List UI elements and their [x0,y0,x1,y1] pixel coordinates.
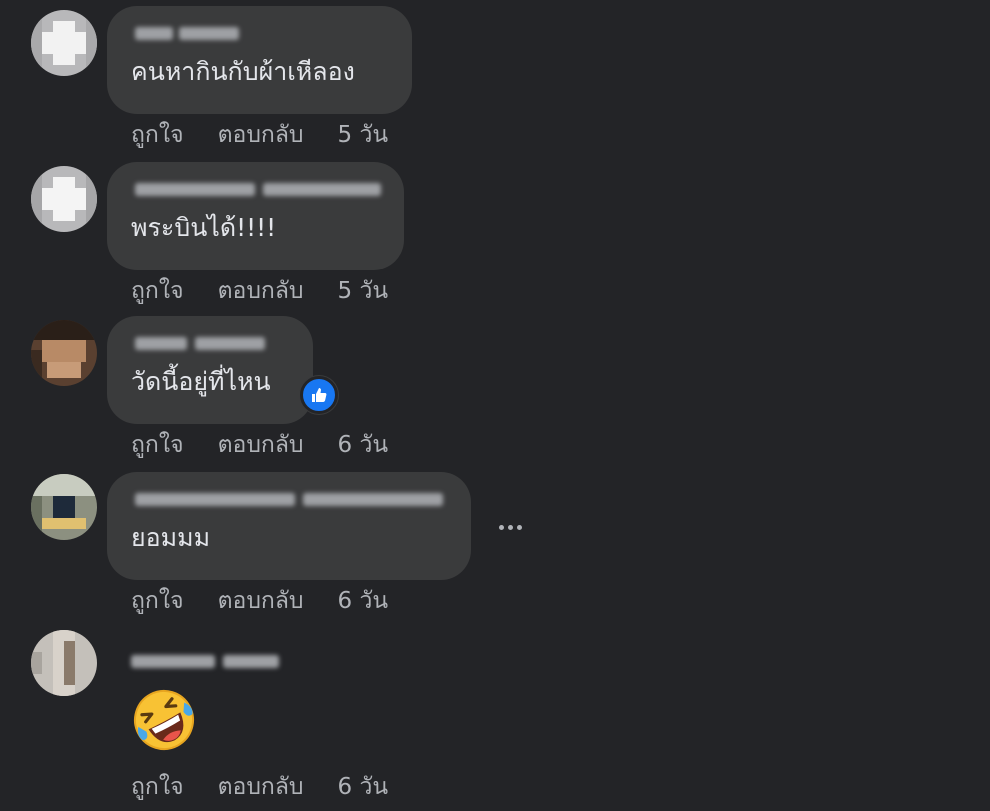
author-name[interactable] [131,486,447,512]
comment-text: คนหากินกับผ้าเหีลอง [131,57,355,86]
reply-button[interactable]: ตอบกลับ [218,120,304,150]
reply-button[interactable]: ตอบกลับ [218,430,304,460]
comment-actions: ถูกใจ ตอบกลับ 6 วัน [131,772,388,802]
like-button[interactable]: ถูกใจ [131,586,184,616]
author-name[interactable] [131,20,388,46]
comment-actions: ถูกใจ ตอบกลับ 6 วัน [131,586,388,616]
rolling-on-floor-laughing-emoji [134,690,194,750]
author-name[interactable] [131,330,289,356]
avatar[interactable] [31,320,97,386]
comment-actions: ถูกใจ ตอบกลับ 5 วัน [131,120,388,150]
comment-text: พระบินได้!!!! [131,213,277,242]
timestamp[interactable]: 5 วัน [338,120,389,150]
like-reaction-icon[interactable] [300,376,338,414]
like-button[interactable]: ถูกใจ [131,276,184,306]
like-button[interactable]: ถูกใจ [131,430,184,460]
avatar[interactable] [31,166,97,232]
timestamp[interactable]: 5 วัน [338,276,389,306]
avatar[interactable] [31,474,97,540]
author-name[interactable] [131,176,381,202]
like-button[interactable]: ถูกใจ [131,120,184,150]
comment-bubble: วัดนี้อยู่ที่ไหน [107,316,313,424]
avatar[interactable] [31,10,97,76]
comment-bubble: ยอมมม [107,472,471,580]
timestamp[interactable]: 6 วัน [338,772,389,802]
comment-actions: ถูกใจ ตอบกลับ 6 วัน [131,430,388,460]
comment-text: วัดนี้อยู่ที่ไหน [131,367,271,396]
author-name[interactable] [131,648,331,674]
comment-text: ยอมมม [131,523,211,552]
timestamp[interactable]: 6 วัน [338,430,389,460]
comment-bubble: พระบินได้!!!! [107,162,404,270]
comment-actions: ถูกใจ ตอบกลับ 5 วัน [131,276,388,306]
comment-thread: คนหากินกับผ้าเหีลอง ถูกใจ ตอบกลับ 5 วัน … [0,0,990,811]
more-options-icon[interactable] [492,517,528,537]
avatar[interactable] [31,630,97,696]
timestamp[interactable]: 6 วัน [338,586,389,616]
like-button[interactable]: ถูกใจ [131,772,184,802]
comment-bubble: คนหากินกับผ้าเหีลอง [107,6,412,114]
reply-button[interactable]: ตอบกลับ [218,586,304,616]
reply-button[interactable]: ตอบกลับ [218,772,304,802]
reply-button[interactable]: ตอบกลับ [218,276,304,306]
